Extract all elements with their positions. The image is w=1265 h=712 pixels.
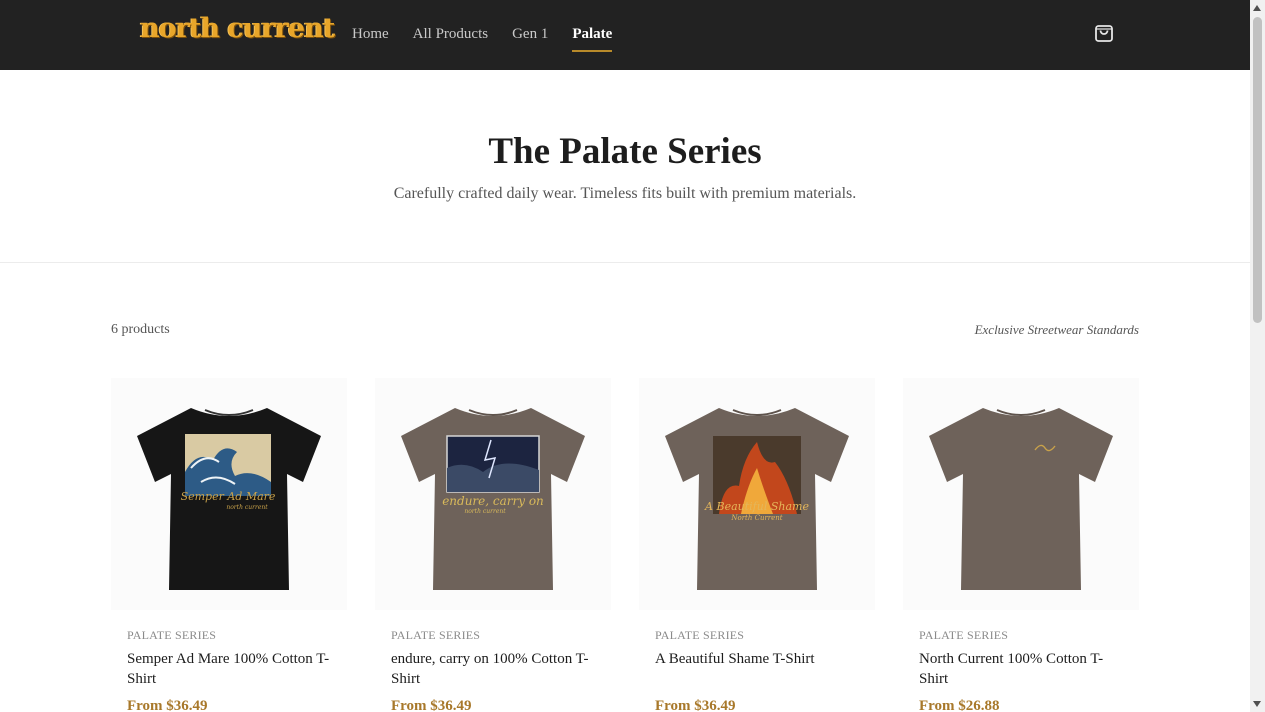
product-card[interactable]: PALATE SERIES North Current 100% Cotton …	[903, 378, 1139, 712]
page-scrollbar[interactable]	[1250, 0, 1265, 712]
nav-palate[interactable]: Palate	[572, 26, 612, 52]
site-header: north current Home All Products Gen 1 Pa…	[0, 0, 1250, 70]
product-card[interactable]: endure, carry on north current PALATE SE…	[375, 378, 611, 712]
scroll-up-arrow-icon[interactable]	[1253, 5, 1261, 11]
product-price: From $36.49	[127, 698, 208, 712]
product-card[interactable]: Semper Ad Mare north current PALATE SERI…	[111, 378, 347, 712]
product-name[interactable]: Semper Ad Mare 100% Cotton T-Shirt	[127, 649, 337, 689]
product-count: 6 products	[111, 322, 170, 337]
product-series: PALATE SERIES	[919, 628, 1009, 642]
shopping-bag-icon[interactable]	[1093, 21, 1115, 43]
print-text: A Beautiful Shame	[704, 500, 809, 513]
product-image[interactable]: Semper Ad Mare north current	[111, 378, 347, 610]
product-name[interactable]: North Current 100% Cotton T-Shirt	[919, 649, 1129, 689]
brand-logo[interactable]: north current	[140, 13, 335, 44]
product-price: From $36.49	[655, 698, 736, 712]
collection-tagline: Exclusive Streetwear Standards	[974, 322, 1139, 337]
product-price: From $36.49	[391, 698, 472, 712]
print-text: Semper Ad Mare	[181, 490, 276, 503]
page-title: The Palate Series	[488, 131, 762, 172]
print-text: endure, carry on	[442, 494, 544, 508]
scroll-down-arrow-icon[interactable]	[1253, 701, 1261, 707]
product-image[interactable]: endure, carry on north current	[375, 378, 611, 610]
main-nav: Home All Products Gen 1 Palate	[352, 26, 636, 52]
print-sub: north current	[226, 504, 268, 511]
product-price: From $26.88	[919, 698, 1000, 712]
scroll-thumb[interactable]	[1253, 17, 1262, 323]
product-series: PALATE SERIES	[391, 628, 481, 642]
page-subtitle: Carefully crafted daily wear. Timeless f…	[393, 185, 857, 202]
nav-gen-1[interactable]: Gen 1	[512, 26, 548, 43]
product-series: PALATE SERIES	[655, 628, 745, 642]
product-image[interactable]: A Beautiful Shame North Current	[639, 378, 875, 610]
product-card[interactable]: A Beautiful Shame North Current PALATE S…	[639, 378, 875, 712]
nav-home[interactable]: Home	[352, 26, 389, 43]
product-image[interactable]	[903, 378, 1139, 610]
nav-all-products[interactable]: All Products	[413, 26, 488, 43]
product-series: PALATE SERIES	[127, 628, 217, 642]
print-sub: North Current	[730, 514, 782, 522]
print-sub: north current	[464, 508, 506, 515]
collection-hero: The Palate Series Carefully crafted dail…	[0, 70, 1250, 263]
product-name[interactable]: A Beautiful Shame T-Shirt	[655, 649, 865, 669]
product-name[interactable]: endure, carry on 100% Cotton T-Shirt	[391, 649, 601, 689]
